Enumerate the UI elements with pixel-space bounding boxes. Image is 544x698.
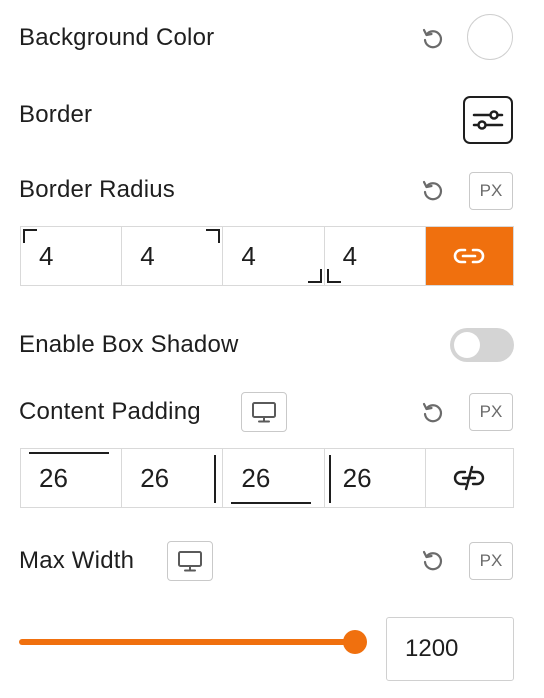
toggle-knob [454,332,480,358]
border-radius-bottom-right-input[interactable]: 4 [223,227,325,285]
content-padding-device-button[interactable] [241,392,287,432]
border-radius-bottom-left-input[interactable]: 4 [325,227,426,285]
max-width-unit-button[interactable]: PX [469,542,513,580]
max-width-input[interactable]: 1200 [386,617,514,681]
unlink-icon [454,465,485,491]
border-radius-top-right-value: 4 [140,240,155,271]
background-color-label: Background Color [19,24,215,51]
border-radius-link-button[interactable] [425,227,513,285]
border-label: Border [19,101,93,128]
padding-bottom-value: 26 [241,462,271,493]
box-shadow-toggle[interactable] [450,328,514,362]
padding-left-input[interactable]: 26 [325,449,426,507]
border-radius-label: Border Radius [19,176,176,203]
content-padding-label: Content Padding [19,398,201,425]
max-width-value: 1200 [405,635,459,662]
border-radius-top-left-value: 4 [39,240,54,271]
border-radius-inputs: 4 4 4 4 [20,226,514,286]
border-radius-top-left-input[interactable]: 4 [21,227,123,285]
max-width-slider-thumb[interactable] [343,630,367,654]
border-radius-bottom-right-value: 4 [241,240,256,271]
border-radius-bottom-left-value: 4 [342,240,358,271]
padding-bottom-input[interactable]: 26 [223,449,325,507]
border-settings-button[interactable] [463,96,513,144]
desktop-icon [252,402,276,423]
link-icon [454,248,485,264]
background-color-swatch[interactable] [467,14,513,60]
padding-right-input[interactable]: 26 [122,449,224,507]
max-width-device-button[interactable] [167,541,213,581]
border-radius-unit-button[interactable]: PX [469,172,513,210]
reset-icon[interactable] [420,400,446,431]
padding-top-value: 26 [39,462,68,493]
border-radius-top-right-input[interactable]: 4 [122,227,224,285]
content-padding-inputs: 26 26 26 26 [20,448,514,508]
sliders-icon [472,110,504,130]
padding-right-value: 26 [140,462,170,493]
box-shadow-label: Enable Box Shadow [19,331,239,358]
reset-icon[interactable] [420,548,446,579]
max-width-label: Max Width [19,547,135,574]
padding-left-value: 26 [342,462,372,493]
reset-icon[interactable] [420,26,446,57]
padding-top-input[interactable]: 26 [21,449,123,507]
max-width-slider-track[interactable] [19,639,359,645]
reset-icon[interactable] [420,178,446,209]
content-padding-link-button[interactable] [426,449,513,507]
content-padding-unit-button[interactable]: PX [469,393,513,431]
desktop-icon [178,551,202,572]
